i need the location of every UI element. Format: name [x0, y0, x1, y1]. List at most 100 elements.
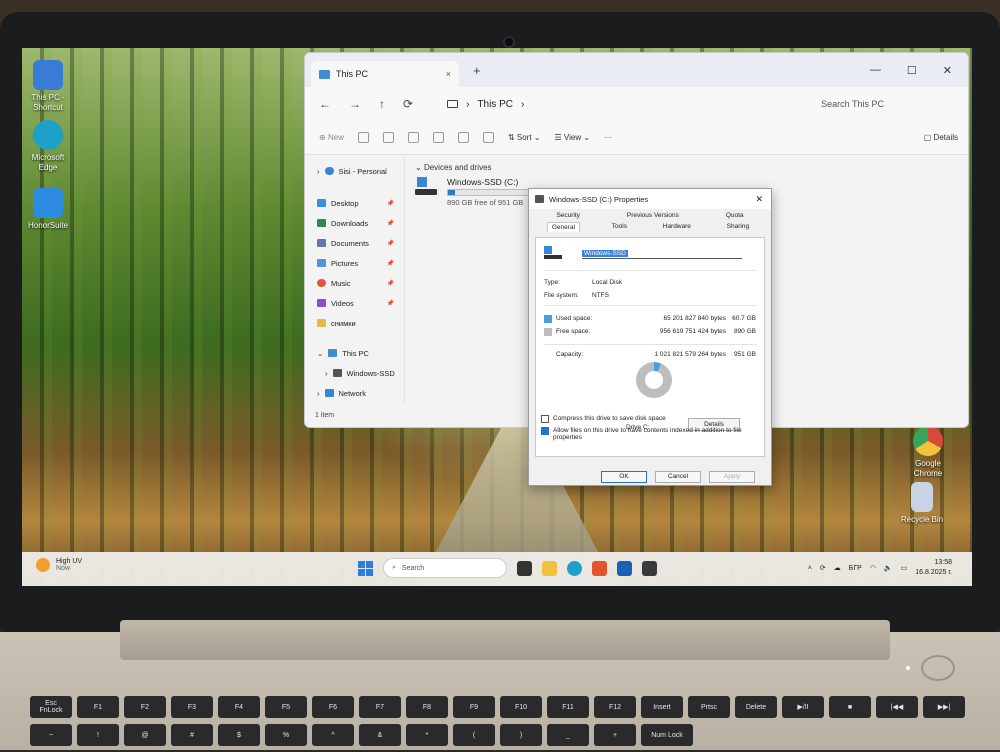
index-checkbox-row[interactable]: Allow files on this drive to have conten… [541, 427, 761, 441]
language-indicator[interactable]: БГР [849, 565, 862, 572]
rename-icon[interactable] [433, 132, 444, 143]
key-13[interactable]: Insert [641, 696, 683, 718]
index-checkbox[interactable] [541, 427, 549, 435]
key-6[interactable]: F6 [312, 696, 354, 718]
start-button[interactable] [358, 561, 373, 576]
new-tab-button[interactable]: + [473, 63, 481, 78]
key-1[interactable]: ! [77, 724, 119, 746]
key-5[interactable]: % [265, 724, 307, 746]
cancel-button[interactable]: Cancel [655, 471, 701, 483]
file-explorer-taskbar-icon[interactable] [542, 561, 557, 576]
sync-icon[interactable]: ⟳ [820, 564, 826, 572]
key-4[interactable]: $ [218, 724, 260, 746]
minimize-button[interactable]: — [870, 64, 881, 77]
volume-name-input[interactable]: Windows-SSD [582, 250, 742, 259]
chevron-up-icon[interactable]: ˄ [808, 565, 812, 572]
wifi-icon[interactable]: ◠ [870, 564, 876, 572]
key-7[interactable]: & [359, 724, 401, 746]
key-1[interactable]: F1 [77, 696, 119, 718]
power-button[interactable] [921, 655, 955, 681]
paste-icon[interactable] [408, 132, 419, 143]
key-3[interactable]: # [171, 724, 213, 746]
tab-quota[interactable]: Quota [722, 211, 748, 220]
sidebar-item-pictures[interactable]: Pictures 📌 [305, 253, 404, 273]
section-header-devices[interactable]: ⌄ Devices and drives [415, 163, 958, 172]
cut-icon[interactable] [358, 132, 369, 143]
tab-general[interactable]: General [547, 222, 580, 232]
sidebar-item-desktop[interactable]: Desktop 📌 [305, 193, 404, 213]
key-0[interactable]: Esc FnLock [30, 696, 72, 718]
key-11[interactable]: _ [547, 724, 589, 746]
key-13[interactable]: Num Lock [641, 724, 693, 746]
delete-icon[interactable] [483, 132, 494, 143]
close-dialog-button[interactable]: ✕ [755, 194, 763, 205]
tab-sharing[interactable]: Sharing [723, 222, 753, 232]
volume-icon[interactable]: 🔈 [884, 564, 893, 572]
tab-previous-versions[interactable]: Previous Versions [623, 211, 683, 220]
key-10[interactable]: ) [500, 724, 542, 746]
copy-icon[interactable] [383, 132, 394, 143]
weather-widget[interactable]: High UV Now [36, 558, 82, 572]
sidebar-item-videos[interactable]: Videos 📌 [305, 293, 404, 313]
key-14[interactable]: Prtsc [688, 696, 730, 718]
forward-button[interactable]: → [349, 97, 361, 111]
battery-icon[interactable]: ▭ [901, 564, 908, 572]
apply-button[interactable]: Apply [709, 471, 755, 483]
compress-checkbox[interactable] [541, 415, 549, 423]
close-window-button[interactable]: ✕ [943, 64, 952, 77]
desktop-icon-honorsuite[interactable]: HonorSuite [22, 188, 80, 231]
ok-button[interactable]: OK [601, 471, 647, 483]
tab-security[interactable]: Security [552, 211, 583, 220]
tab-tools[interactable]: Tools [608, 222, 631, 232]
key-12[interactable]: F12 [594, 696, 636, 718]
sidebar-item-documents[interactable]: Documents 📌 [305, 233, 404, 253]
tab-hardware[interactable]: Hardware [659, 222, 695, 232]
desktop-icon-edge[interactable]: Microsoft Edge [22, 120, 80, 173]
maximize-button[interactable]: ☐ [907, 64, 917, 77]
key-18[interactable]: |◀◀ [876, 696, 918, 718]
key-11[interactable]: F11 [547, 696, 589, 718]
key-6[interactable]: ^ [312, 724, 354, 746]
compress-checkbox-row[interactable]: Compress this drive to save disk space [541, 415, 761, 423]
store-taskbar-icon[interactable] [592, 561, 607, 576]
key-5[interactable]: F5 [265, 696, 307, 718]
sort-button[interactable]: ⇅ Sort ⌄ [508, 133, 541, 142]
key-9[interactable]: F9 [453, 696, 495, 718]
key-19[interactable]: ▶▶| [923, 696, 965, 718]
sidebar-item-downloads[interactable]: Downloads 📌 [305, 213, 404, 233]
desktop-icon-recycle-bin[interactable]: Recycle Bin [890, 482, 954, 525]
details-pane-button[interactable]: ▢ Details [924, 133, 968, 142]
key-7[interactable]: F7 [359, 696, 401, 718]
address-bar[interactable]: › This PC › [439, 93, 779, 115]
sidebar-item-music[interactable]: Music 📌 [305, 273, 404, 293]
key-4[interactable]: F4 [218, 696, 260, 718]
l-app-taskbar-icon[interactable] [617, 561, 632, 576]
back-button[interactable]: ← [319, 97, 331, 111]
tab-this-pc[interactable]: This PC × [311, 61, 459, 87]
onedrive-icon[interactable]: ☁ [834, 564, 841, 572]
sidebar-item-onedrive[interactable]: › Sisi - Personal [305, 161, 404, 181]
key-0[interactable]: ~ [30, 724, 72, 746]
close-tab-button[interactable]: × [446, 69, 451, 79]
key-9[interactable]: ( [453, 724, 495, 746]
refresh-button[interactable]: ⟳ [403, 97, 413, 111]
key-16[interactable]: ▶/II [782, 696, 824, 718]
dropbox-taskbar-icon[interactable] [642, 561, 657, 576]
desktop-icon-this-pc[interactable]: This PC - Shortcut [22, 60, 80, 113]
clock[interactable]: 13:58 16.8.2025 г. [915, 558, 952, 578]
key-8[interactable]: * [406, 724, 448, 746]
search-input[interactable]: Search This PC [805, 93, 968, 115]
sidebar-item-this-pc[interactable]: ⌄ This PC [305, 343, 404, 363]
view-button[interactable]: ☰ View ⌄ [555, 133, 591, 142]
sidebar-item-windows-ssd[interactable]: › Windows-SSD [305, 363, 404, 383]
key-2[interactable]: @ [124, 724, 166, 746]
key-15[interactable]: Delete [735, 696, 777, 718]
taskbar-search[interactable]: ⌕ Search [383, 558, 507, 578]
key-8[interactable]: F8 [406, 696, 448, 718]
sidebar-item-snimki[interactable]: снимки [305, 313, 404, 333]
sidebar-item-network[interactable]: › Network [305, 383, 404, 403]
more-button[interactable]: ··· [604, 133, 612, 142]
edge-taskbar-icon[interactable] [567, 561, 582, 576]
new-button[interactable]: ⊕ New [319, 133, 344, 142]
task-view-icon[interactable] [517, 561, 532, 576]
